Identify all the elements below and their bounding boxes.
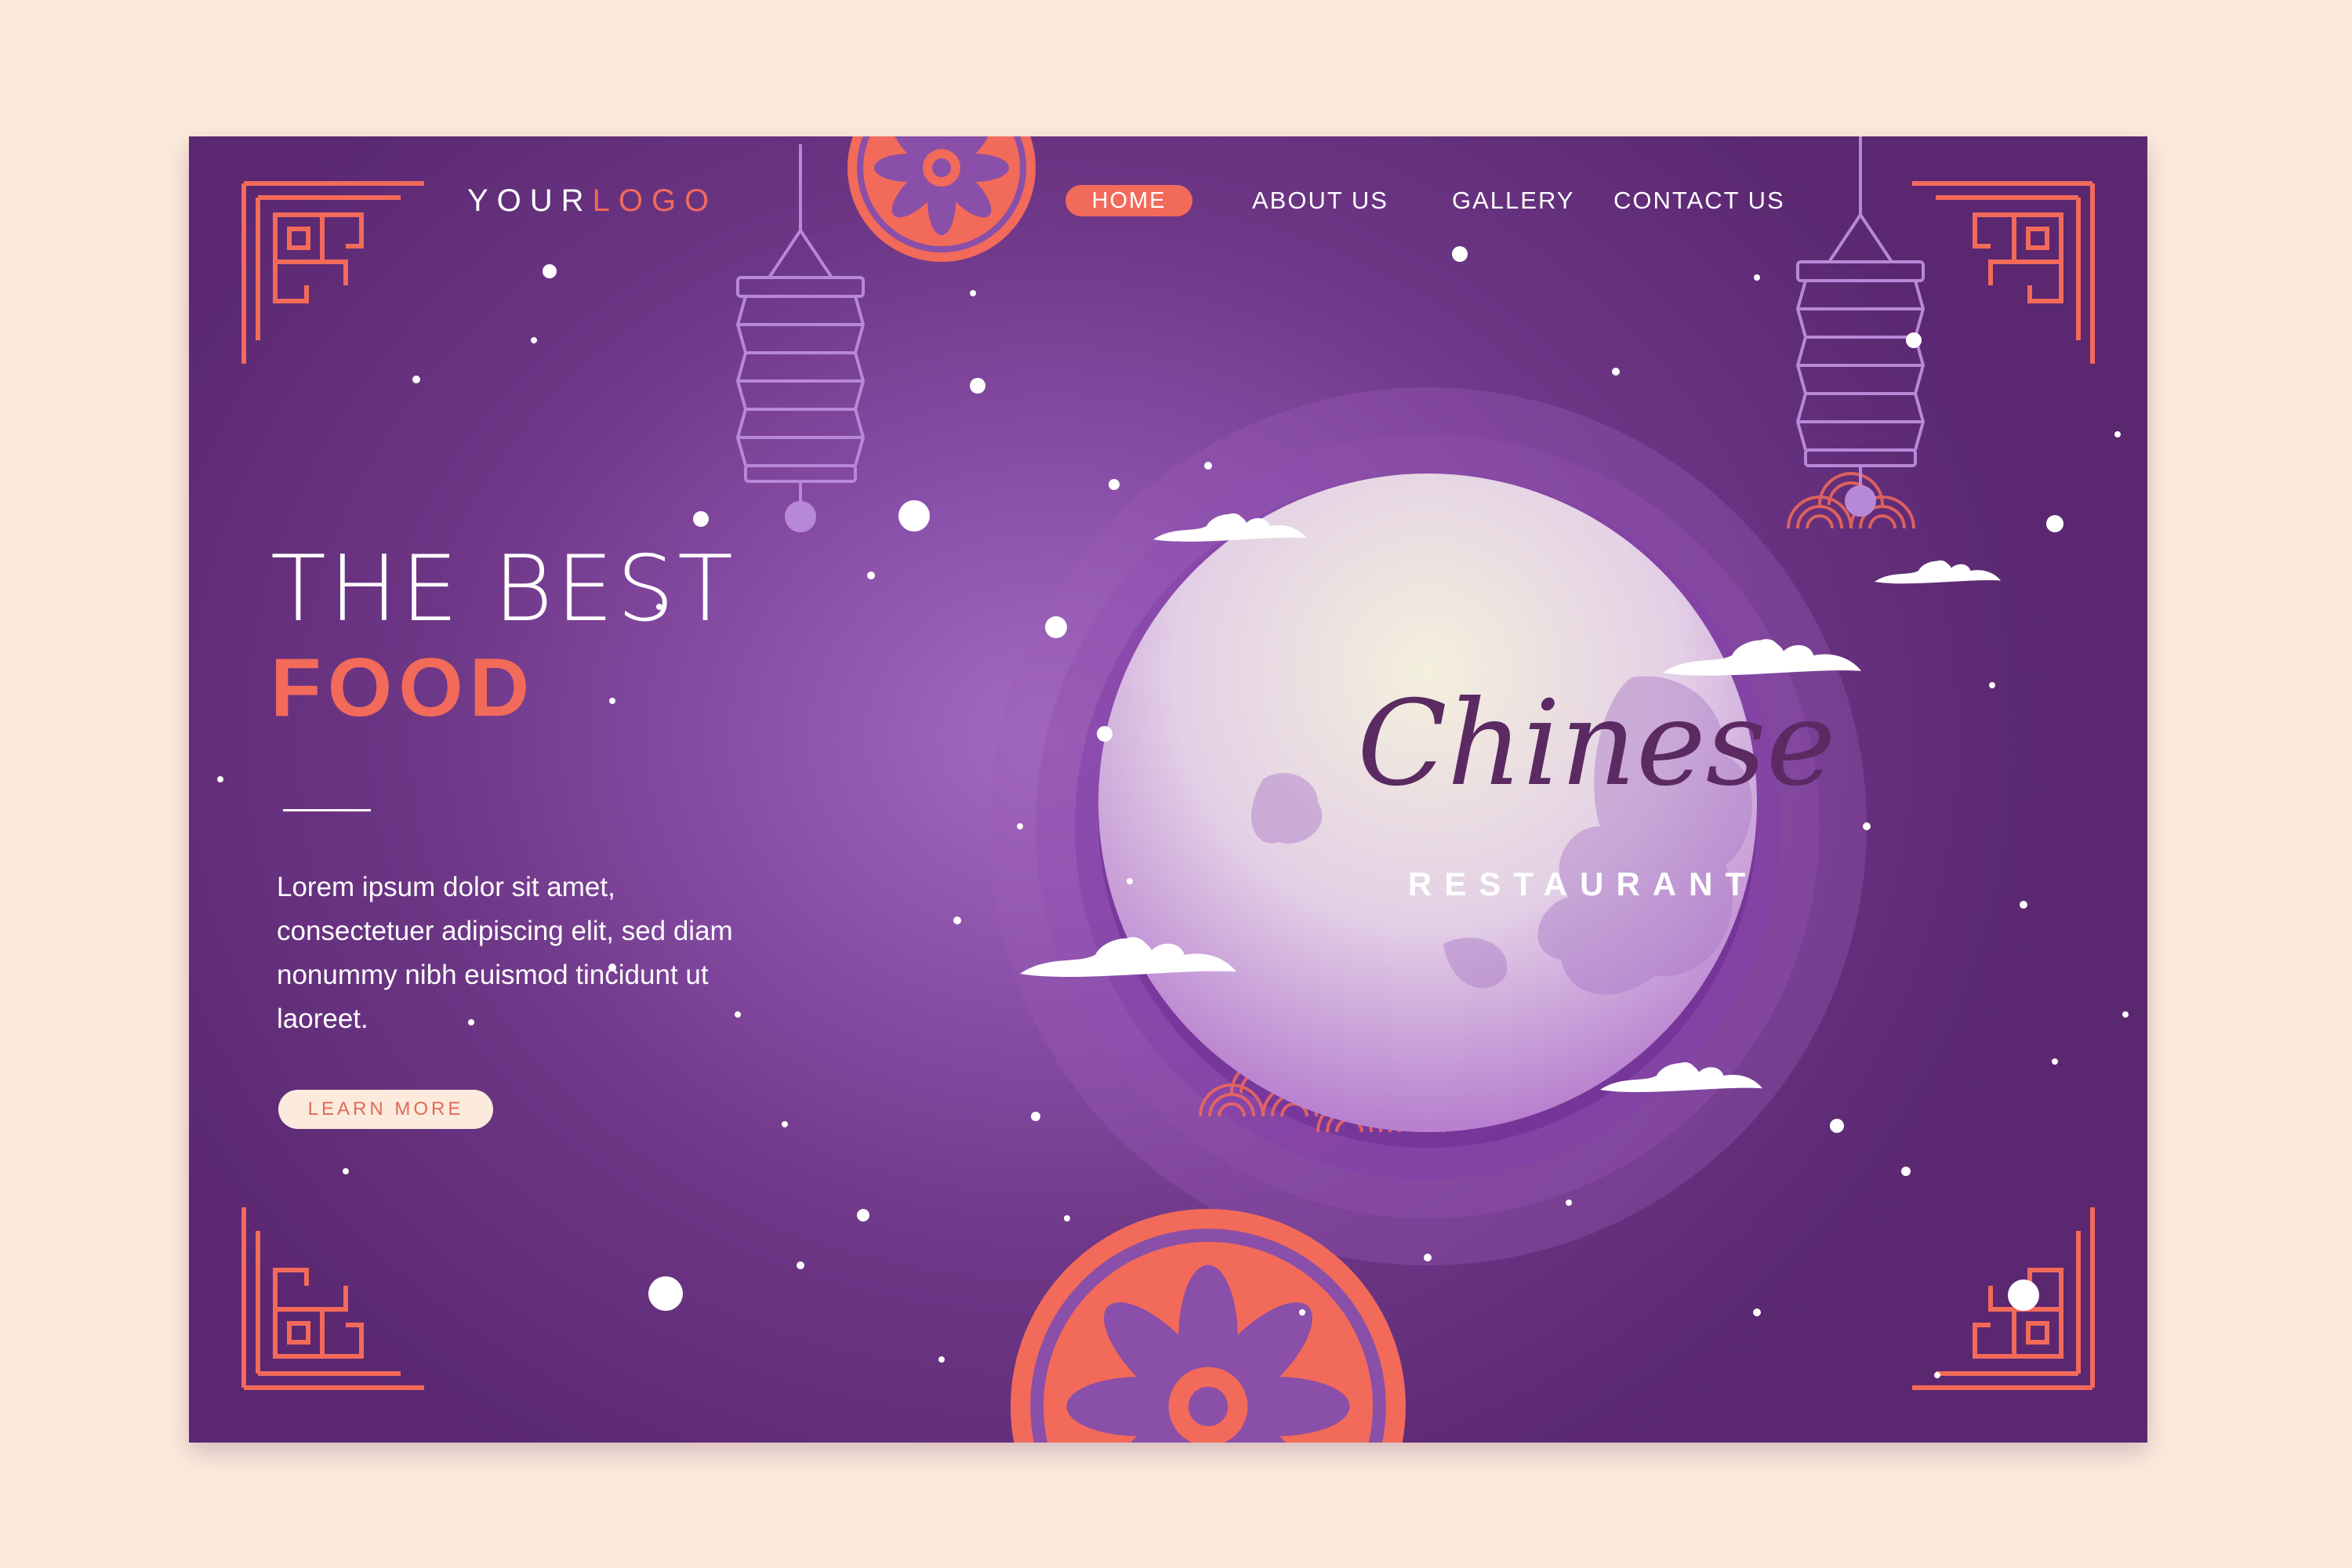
divider: [283, 809, 371, 811]
hero-body-text: Lorem ipsum dolor sit amet, consectetuer…: [277, 872, 733, 1034]
nav-home[interactable]: HOME: [1065, 185, 1192, 216]
background-decoration: [217, 136, 2129, 1443]
landing-page: YOURLOGO HOME ABOUT US GALLERY CONTACT U…: [189, 136, 2147, 1443]
logo-text-primary: YOUR: [467, 183, 593, 218]
restaurant-title: Chinese: [1357, 676, 1836, 812]
restaurant-subtitle: RESTAURANT: [1407, 866, 1759, 902]
hero-headline: THE BEST: [270, 536, 736, 642]
nav-contact-us[interactable]: CONTACT US: [1613, 187, 1785, 215]
nav-gallery[interactable]: GALLERY: [1452, 187, 1574, 215]
logo-text-accent: LOGO: [592, 183, 718, 218]
nav-about-us[interactable]: ABOUT US: [1252, 187, 1388, 215]
logo[interactable]: YOURLOGO: [467, 183, 717, 219]
learn-more-button[interactable]: LEARN MORE: [278, 1090, 493, 1129]
hero-headline-accent: FOOD: [270, 641, 536, 734]
